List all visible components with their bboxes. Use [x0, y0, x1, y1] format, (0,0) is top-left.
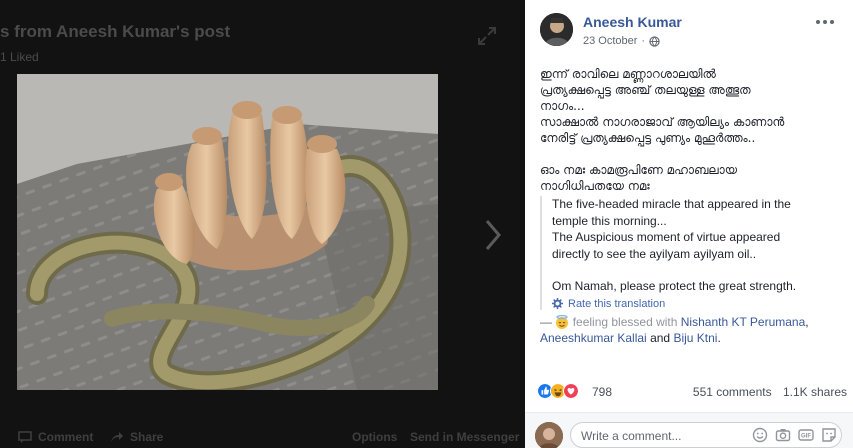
- send-messenger-label: Send in Messenger: [410, 430, 520, 444]
- album-title[interactable]: s from Aneesh Kumar's post: [0, 22, 230, 42]
- viewer-avatar-image: [535, 422, 563, 448]
- photo-theater: s from Aneesh Kumar's post 1 Liked Comme…: [0, 0, 525, 448]
- author-name[interactable]: Aneesh Kumar: [583, 14, 682, 30]
- rate-translation-label: Rate this translation: [568, 297, 666, 310]
- original-line: നേരിട്ട് പ്രത്യക്ഷപ്പെട്ട പുണ്യം മുഹൂർത്…: [540, 131, 756, 145]
- options-label: Options: [352, 430, 398, 444]
- post-photo[interactable]: [17, 74, 438, 390]
- send-messenger-button[interactable]: Send in Messenger: [410, 430, 519, 444]
- comment-input-icons: GIF: [752, 427, 837, 443]
- tagged-user-2[interactable]: Aneeshkumar Kallai: [540, 331, 647, 345]
- tagged-user-1[interactable]: Nishanth KT Perumana: [681, 315, 806, 329]
- viewer-avatar: [535, 422, 563, 448]
- share-button[interactable]: Share: [110, 430, 163, 444]
- original-line: സാക്ഷാൽ നാഗരാജാവ് ആയില്യം കാണാൻ: [540, 115, 785, 129]
- gif-icon[interactable]: GIF: [798, 427, 814, 443]
- original-line: പ്രത്യക്ഷപ്പെട്ട അഞ്ച് തലയുള്ള അത്ഭുത: [540, 83, 751, 97]
- feeling-line: — feeling blessed with Nishanth KT Perum…: [540, 314, 809, 346]
- options-button[interactable]: Options: [352, 430, 397, 444]
- comment-composer: Write a comment... GIF: [525, 413, 853, 448]
- more-options-icon[interactable]: [816, 20, 834, 24]
- comment-button[interactable]: Comment: [18, 430, 93, 444]
- gear-icon: [552, 298, 563, 309]
- shares-count[interactable]: 1.1K shares: [783, 385, 847, 399]
- translation-line: temple this morning...: [552, 213, 667, 228]
- tagged-user-3[interactable]: Biju Ktni: [673, 331, 717, 345]
- post-header: Aneesh Kumar 23 October ·: [525, 0, 853, 56]
- original-line: ഓം നമഃ കാമരൂപിണേ മഹാബലായ: [540, 163, 737, 177]
- album-subtitle: 1 Liked: [0, 50, 39, 64]
- photo-action-bar: Comment Share Options Send in Messenger: [0, 426, 525, 448]
- original-text-mantra: ഓം നമഃ കാമരൂപിണേ മഹാബലായ നാഗിധിപതയേ നമഃ: [540, 162, 843, 194]
- photo-viewer: s from Aneesh Kumar's post 1 Liked Comme…: [0, 0, 853, 448]
- globe-icon[interactable]: [649, 35, 660, 47]
- comment-label: Comment: [38, 430, 94, 444]
- original-line: നാഗിധിപതയേ നമഃ: [540, 179, 650, 193]
- svg-text:GIF: GIF: [801, 434, 811, 440]
- comment-share-counts: 551 comments 1.1K shares: [693, 385, 847, 399]
- chevron-right-icon[interactable]: [483, 218, 503, 252]
- fullscreen-icon[interactable]: [477, 26, 497, 46]
- post-date[interactable]: 23 October: [583, 35, 637, 47]
- post-panel: Aneesh Kumar 23 October · ഇന്ന് രാവിലെ മ…: [525, 0, 853, 448]
- love-reaction-icon: [563, 383, 579, 399]
- camera-icon[interactable]: [775, 427, 791, 443]
- feeling-dash: —: [540, 314, 552, 329]
- original-text: ഇന്ന് രാവിലെ മണ്ണാറശാലയിൽ പ്രത്യക്ഷപ്പെട…: [540, 66, 843, 146]
- and-text: and: [650, 331, 671, 345]
- comments-count[interactable]: 551 comments: [693, 385, 772, 399]
- blessed-emoji-icon: [556, 314, 569, 329]
- translation-block: The five-headed miracle that appeared in…: [540, 196, 843, 310]
- snake-photo: [17, 74, 438, 390]
- post-body: ഇന്ന് രാവിലെ മണ്ണാറശാലയിൽ പ്രത്യക്ഷപ്പെട…: [540, 66, 843, 347]
- comment-input[interactable]: Write a comment... GIF: [570, 422, 842, 448]
- reaction-count[interactable]: 798: [592, 385, 612, 399]
- comment-placeholder: Write a comment...: [581, 429, 682, 443]
- translation-line: The Auspicious moment of virtue appeared: [552, 230, 781, 244]
- share-label: Share: [130, 430, 164, 444]
- original-line: ഇന്ന് രാവിലെ മണ്ണാറശാലയിൽ: [540, 67, 716, 81]
- translation-line: Om Namah, please protect the great stren…: [552, 279, 797, 293]
- post-meta: 23 October ·: [583, 35, 660, 47]
- sticker-icon[interactable]: [821, 427, 837, 443]
- feeling-text: feeling blessed with: [572, 314, 678, 329]
- author-avatar[interactable]: [540, 13, 573, 46]
- share-icon: [111, 432, 123, 442]
- comment-icon: [18, 431, 32, 443]
- rate-translation-link[interactable]: Rate this translation: [552, 298, 843, 310]
- engagement-stats: 798 551 comments 1.1K shares: [537, 380, 847, 404]
- avatar-image: [540, 13, 573, 46]
- translation-line: directly to see the ayilyam ayilyam oil.…: [552, 246, 757, 261]
- reactions-summary[interactable]: [537, 383, 579, 399]
- original-line: നാഗം...: [540, 99, 585, 113]
- emoji-icon[interactable]: [752, 427, 768, 443]
- translation-line: The five-headed miracle that appeared in…: [552, 197, 791, 211]
